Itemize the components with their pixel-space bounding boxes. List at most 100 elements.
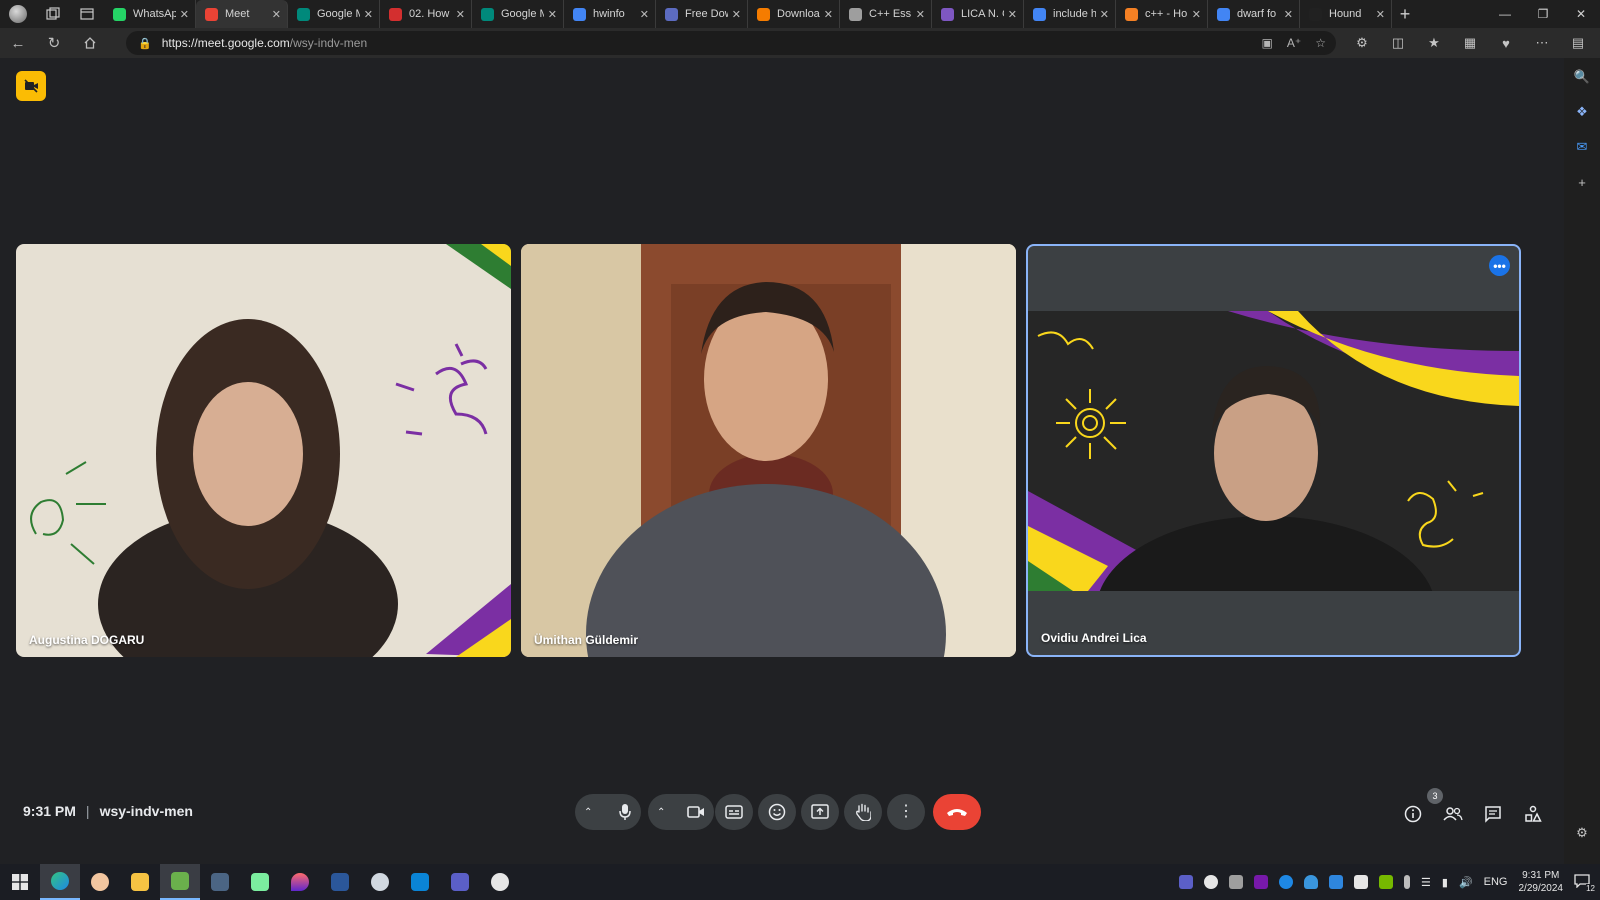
taskbar-drop-app[interactable] [280,864,320,900]
tab-close-icon[interactable]: ✕ [272,8,281,21]
nvidia-tray-icon[interactable] [1379,875,1394,889]
address-bar[interactable]: 🔒 https://meet.google.com/wsy-indv-men ▣… [126,31,1336,55]
browser-essentials-icon[interactable]: ♥ [1490,28,1522,58]
browser-tab[interactable]: Hound ✕ [1300,0,1392,28]
browser-tab[interactable]: Free Dow ✕ [656,0,748,28]
taskbar-vscode[interactable] [400,864,440,900]
tab-close-icon[interactable]: ✕ [1192,8,1201,21]
microphone-icon[interactable] [618,803,632,821]
taskbar-snipping[interactable] [200,864,240,900]
taskbar-app-avatar[interactable] [80,864,120,900]
microphone-tray-icon[interactable] [1404,875,1411,889]
present-screen-button[interactable] [801,794,839,830]
participant-tile[interactable]: Ümithan Güldemir [521,244,1016,657]
taskbar-app-green[interactable] [160,864,200,900]
tab-close-icon[interactable]: ✕ [1284,8,1293,21]
tab-close-icon[interactable]: ✕ [456,8,465,21]
video-settings-chevron-icon[interactable]: ⌃ [657,807,665,818]
tab-close-icon[interactable]: ✕ [1376,8,1385,21]
tab-close-icon[interactable]: ✕ [364,8,373,21]
more-options-button[interactable]: ••• [1489,255,1510,276]
taskbar-word[interactable] [320,864,360,900]
start-button[interactable] [0,864,40,900]
battery-icon[interactable]: ▮ [1442,876,1448,889]
taskbar-notepad[interactable] [240,864,280,900]
camera-icon[interactable] [687,805,705,819]
home-button[interactable] [72,28,108,58]
browser-tab[interactable]: WhatsApp ✕ [104,0,196,28]
browser-tab[interactable]: Meet ✕ [196,0,288,28]
new-tab-button[interactable]: + [1392,0,1418,28]
participant-tile[interactable]: Augustina DOGARU [16,244,511,657]
restore-button[interactable]: ❐ [1524,0,1562,28]
edge-tray-icon[interactable] [1279,875,1294,889]
notification-center-button[interactable]: 12 [1574,873,1595,893]
workspaces-button[interactable] [36,0,70,28]
monitor-tray-icon[interactable] [1329,875,1344,889]
split-screen-icon[interactable]: ◫ [1382,28,1414,58]
browser-tab[interactable]: LICA N. C ✕ [932,0,1024,28]
back-button[interactable]: ← [0,28,36,58]
taskbar-file-explorer[interactable] [120,864,160,900]
participant-tile-active-speaker[interactable]: ••• Ovidiu Andrei Lica [1026,244,1521,657]
security-tray-icon[interactable] [1354,875,1369,889]
camera-in-use-icon[interactable]: ▣ [1262,36,1273,50]
tab-close-icon[interactable]: ✕ [916,8,925,21]
sidebar-settings-icon[interactable]: ⚙ [1571,822,1593,844]
tab-close-icon[interactable]: ✕ [824,8,833,21]
outlook-icon[interactable]: ✉ [1571,136,1593,158]
browser-tab[interactable]: c++ - Ho ✕ [1116,0,1208,28]
app-tray-icon[interactable] [1229,875,1244,889]
onedrive-tray-icon[interactable] [1304,875,1319,889]
browser-tab[interactable]: Google Meet ✕ [288,0,380,28]
browser-tab[interactable]: Google Meet ✕ [472,0,564,28]
favorite-star-icon[interactable]: ☆ [1315,36,1326,50]
browser-tab[interactable]: C++ Ess ✕ [840,0,932,28]
onenote-tray-icon[interactable] [1254,875,1269,889]
tab-close-icon[interactable]: ✕ [640,8,649,21]
chat-button[interactable] [1477,798,1509,830]
audio-settings-chevron-icon[interactable]: ⌃ [584,807,592,818]
tab-close-icon[interactable]: ✕ [180,8,189,21]
system-clock[interactable]: 9:31 PM 2/29/2024 [1519,869,1564,895]
extensions-icon[interactable]: ⚙ [1346,28,1378,58]
taskbar-remote-app[interactable] [360,864,400,900]
collections-icon[interactable]: ▦ [1454,28,1486,58]
more-options-menu-button[interactable]: ⋮ [887,794,925,830]
raise-hand-button[interactable] [844,794,882,830]
search-icon[interactable]: 🔍 [1571,66,1593,88]
copilot-icon[interactable]: ❖ [1571,101,1593,123]
activities-button[interactable] [1517,798,1549,830]
minimize-button[interactable]: — [1486,0,1524,28]
leave-call-button[interactable] [933,794,981,830]
tab-close-icon[interactable]: ✕ [1008,8,1017,21]
profile-button[interactable] [0,0,36,28]
tab-close-icon[interactable]: ✕ [732,8,741,21]
taskbar-edge[interactable] [40,864,80,900]
teams-tray-icon[interactable] [1179,875,1194,889]
captions-button[interactable] [715,794,753,830]
browser-tab[interactable]: Downloa ✕ [748,0,840,28]
taskbar-teams[interactable] [440,864,480,900]
browser-tab[interactable]: include h ✕ [1024,0,1116,28]
volume-icon[interactable]: 🔊 [1459,876,1473,889]
read-aloud-icon[interactable]: A⁺ [1287,36,1301,50]
browser-tab[interactable]: 02. How ✕ [380,0,472,28]
close-window-button[interactable]: ✕ [1562,0,1600,28]
recording-indicator[interactable] [16,71,46,101]
taskbar-obs[interactable] [480,864,520,900]
tab-close-icon[interactable]: ✕ [548,8,557,21]
reactions-button[interactable] [758,794,796,830]
add-sidebar-app-icon[interactable]: + [1571,171,1593,193]
browser-tab[interactable]: hwinfo ✕ [564,0,656,28]
favorites-icon[interactable]: ★ [1418,28,1450,58]
browser-tab[interactable]: dwarf fo ✕ [1208,0,1300,28]
tab-close-icon[interactable]: ✕ [1100,8,1109,21]
wifi-icon[interactable]: ☰ [1421,876,1431,889]
meeting-details-button[interactable] [1397,798,1429,830]
vertical-tabs-button[interactable] [70,0,104,28]
sidebar-toggle-icon[interactable]: ▤ [1562,28,1594,58]
obs-tray-icon[interactable] [1204,875,1219,889]
language-indicator[interactable]: ENG [1484,876,1508,888]
refresh-button[interactable]: ↻ [36,28,72,58]
